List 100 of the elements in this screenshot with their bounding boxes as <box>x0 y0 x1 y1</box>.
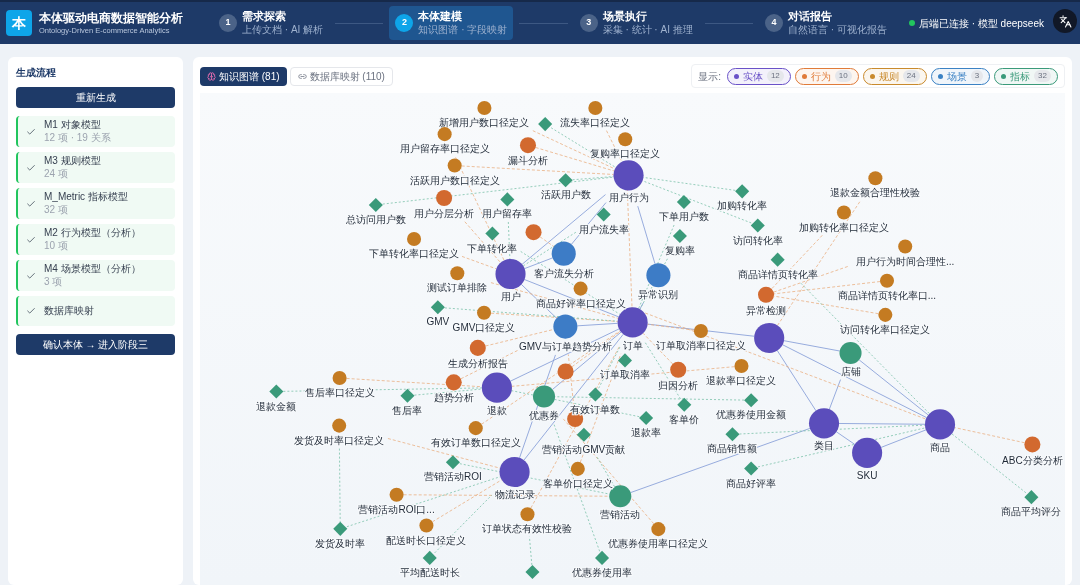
metric-node[interactable] <box>735 184 750 199</box>
entity-node[interactable] <box>617 307 648 338</box>
entity-node[interactable] <box>613 160 644 191</box>
node-label: 下单转化率 <box>467 242 518 254</box>
node-label: 生成分析报告 <box>447 358 508 369</box>
metric-node[interactable] <box>430 300 445 315</box>
scenario-node[interactable] <box>551 241 576 266</box>
step-tab[interactable]: 1 需求探索 上传文档 · AI 解析 <box>213 6 330 40</box>
metric-node[interactable] <box>744 461 759 476</box>
metric-node[interactable] <box>588 387 603 402</box>
legend-filter[interactable]: 指标 32 <box>994 67 1058 85</box>
entity-node[interactable] <box>924 409 956 440</box>
behavior-node[interactable] <box>469 339 486 356</box>
regenerate-button[interactable]: 重新生成 <box>16 87 175 108</box>
metric-node[interactable] <box>445 455 460 470</box>
step-item-meta: 12 项 · 19 关系 <box>44 131 111 144</box>
legend-filter[interactable]: 场景 3 <box>930 67 991 85</box>
node-label: 有效订单数口径定义 <box>430 437 521 449</box>
step-item[interactable]: M2 行为模型（分析） 10 项 <box>16 224 175 255</box>
behavior-node[interactable] <box>445 374 462 391</box>
behavior-node[interactable] <box>758 286 775 303</box>
confirm-button[interactable]: 确认本体 → 进入阶段三 <box>16 334 175 355</box>
entity-node[interactable] <box>481 372 512 403</box>
behavior-node[interactable] <box>436 190 453 207</box>
scenario-node[interactable] <box>553 314 578 339</box>
metric-node[interactable] <box>500 192 515 207</box>
entity-node[interactable] <box>495 258 526 290</box>
step-title: 需求探索 <box>242 9 287 24</box>
node-label: 退款 <box>486 404 507 416</box>
node-label: 流失率口径定义 <box>560 117 631 129</box>
metric-node[interactable] <box>725 427 740 442</box>
metric-node[interactable] <box>538 117 553 132</box>
behavior-node[interactable] <box>670 361 687 378</box>
metric-node[interactable] <box>676 194 691 209</box>
step-tab[interactable]: 4 对话报告 自然语言 · 可视化报告 <box>759 6 893 40</box>
entity-node[interactable] <box>852 437 883 468</box>
metric-node[interactable] <box>596 207 611 222</box>
legend-count: 12 <box>766 70 784 82</box>
behavior-node[interactable] <box>1024 436 1041 453</box>
node-label: 发货及时率 <box>315 537 366 549</box>
metric-node[interactable] <box>617 353 632 368</box>
step-tab[interactable]: 3 场景执行 采集 · 统计 · AI 推理 <box>573 6 699 40</box>
step-item-meta: 10 项 <box>44 239 69 252</box>
metric-node[interactable] <box>558 173 573 188</box>
translate-icon <box>1058 14 1072 28</box>
node-label: 商品好评率 <box>726 477 777 489</box>
metric-node[interactable] <box>1024 490 1039 505</box>
view-tab[interactable]: 知识图谱 (81) <box>200 66 287 86</box>
behavior-node[interactable] <box>519 137 536 154</box>
step-tab[interactable]: 2 本体建模 知识图谱 · 字段映射 <box>389 6 514 40</box>
behavior-node[interactable] <box>525 224 542 241</box>
node-label: 配送时长口径定义 <box>386 534 467 546</box>
node-label: SKU <box>856 469 878 481</box>
metric-node[interactable] <box>525 564 540 579</box>
metric-node[interactable] <box>485 226 500 241</box>
metric-node[interactable] <box>639 411 654 426</box>
node-label: 类目 <box>814 440 835 452</box>
sidebar-title: 生成流程 <box>16 66 57 80</box>
node-label: 营销活动ROI口... <box>358 503 435 515</box>
legend-filter[interactable]: 实体 12 <box>726 67 791 85</box>
node-label: 趋势分析 <box>433 392 474 404</box>
step-item[interactable]: M_Metric 指标模型 32 项 <box>16 188 175 219</box>
brain-icon <box>207 71 216 81</box>
metric-node[interactable] <box>333 521 348 536</box>
behavior-node[interactable] <box>557 363 574 380</box>
metric-node[interactable] <box>422 550 437 565</box>
legend-filter[interactable]: 行为 10 <box>794 67 859 85</box>
metric-node[interactable] <box>770 252 785 267</box>
object-node[interactable] <box>839 341 862 365</box>
node-label: 订单状态有效性校验 <box>482 523 573 535</box>
metric-node[interactable] <box>595 550 610 565</box>
node-label: 漏斗分析 <box>507 155 548 167</box>
metric-node[interactable] <box>576 427 591 442</box>
legend-filter[interactable]: 规则 24 <box>862 67 927 85</box>
node-label: 新增用户数口径定义 <box>439 117 530 129</box>
metric-node[interactable] <box>744 393 759 408</box>
step-item[interactable]: 数据库映射 <box>16 296 175 326</box>
view-tab[interactable]: 数据库映射 (110) <box>289 66 393 86</box>
object-node[interactable] <box>532 385 556 408</box>
step-number: 2 <box>395 14 414 32</box>
entity-node[interactable] <box>499 456 530 488</box>
entity-node[interactable] <box>754 322 785 353</box>
node-label: 加购转化率 <box>717 200 768 212</box>
step-item-title: M2 行为模型（分析） <box>44 227 141 240</box>
step-item-title: M_Metric 指标模型 <box>44 191 128 204</box>
metric-node[interactable] <box>269 384 284 399</box>
scenario-node[interactable] <box>646 263 671 288</box>
step-item[interactable]: M3 规则模型 24 项 <box>16 152 175 183</box>
metric-node[interactable] <box>750 218 765 233</box>
metric-node[interactable] <box>400 388 415 403</box>
node-label: 营销活动ROI <box>424 471 482 483</box>
metric-node[interactable] <box>368 197 383 212</box>
node-label: 客单价 <box>669 413 700 425</box>
metric-node[interactable] <box>672 229 687 244</box>
step-item[interactable]: M1 对象模型 12 项 · 19 关系 <box>16 116 175 147</box>
node-label: GMV与订单趋势分析 <box>518 340 612 352</box>
entity-node[interactable] <box>809 408 840 439</box>
legend-count: 3 <box>970 70 984 82</box>
step-item[interactable]: M4 场景模型（分析） 3 项 <box>16 260 175 291</box>
metric-node[interactable] <box>677 397 692 412</box>
